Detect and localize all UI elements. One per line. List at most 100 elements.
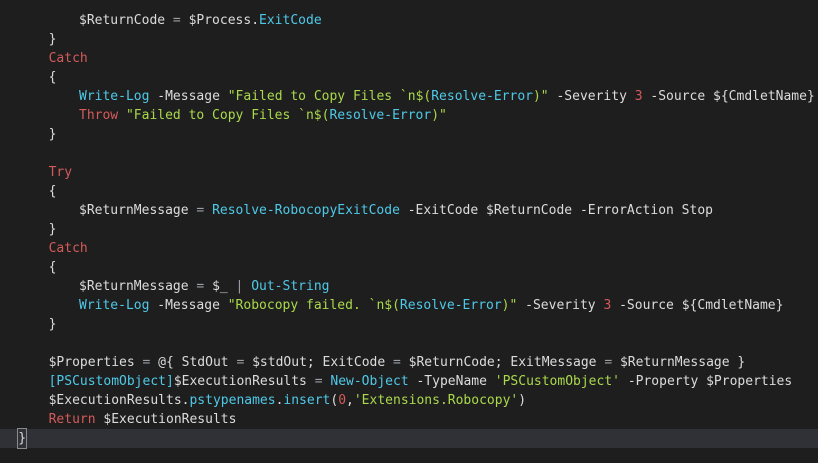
- token-cmd: Write-Log: [79, 89, 150, 104]
- code-editor[interactable]: $ReturnCode = $Process.ExitCode} Catch {Wr…: [0, 0, 818, 463]
- token-cmd: Resolve-Error: [329, 108, 432, 123]
- token-var: ${CmdletName}: [713, 89, 815, 104]
- token-kw: Return: [48, 412, 96, 427]
- token-var: $ExecutionResults: [173, 374, 307, 389]
- token-punc: .: [251, 13, 260, 28]
- token-var: $ReturnMessage: [79, 279, 189, 294]
- token-var: $Process: [188, 13, 252, 28]
- token-type: [PSCustomObject]: [48, 374, 174, 389]
- token-op: |: [227, 279, 252, 294]
- token-op: =: [165, 13, 189, 28]
- token-var: $stdOut: [252, 355, 307, 370]
- code-line[interactable]: }: [0, 315, 818, 334]
- token-punc: {: [48, 260, 57, 275]
- token-num: 0: [338, 393, 347, 408]
- token-kw: Catch: [48, 241, 88, 256]
- token-var: $ReturnMessage: [619, 355, 730, 370]
- token-param: -ExitCode: [407, 203, 479, 218]
- code-line[interactable]: Write-Log -Message "Robocopy failed. `n$…: [0, 296, 818, 315]
- token-cmd: Write-Log: [79, 298, 150, 313]
- token-member: pstypenames: [189, 393, 276, 408]
- token-member: ExitCode: [259, 13, 322, 28]
- token-punc: ,: [346, 393, 354, 408]
- token-str: )": [501, 298, 518, 313]
- code-line[interactable]: {: [0, 68, 818, 87]
- token-str: "Failed to Copy Files `n$(: [227, 89, 432, 104]
- token-param: -Property: [627, 374, 699, 389]
- token-plain: ; ExitMessage: [494, 355, 605, 370]
- token-punc: {: [48, 184, 57, 199]
- token-plain: ; ExitCode: [306, 355, 393, 370]
- token-cmd: Out-String: [251, 279, 330, 294]
- code-line[interactable]: Try: [0, 163, 818, 182]
- token-kw: Try: [48, 165, 73, 180]
- token-cmd: Resolve-Error: [431, 89, 533, 104]
- token-str: "Robocopy failed. `n$(: [227, 298, 400, 313]
- token-plain: Stop: [673, 203, 713, 218]
- token-cmd: Resolve-RobocopyExitCode: [212, 203, 400, 218]
- code-line[interactable]: [0, 144, 818, 163]
- token-plain: @{ StdOut: [158, 355, 237, 370]
- token-var: $ReturnMessage: [79, 203, 189, 218]
- token-str: )": [532, 89, 549, 104]
- code-line[interactable]: }: [0, 220, 818, 239]
- token-var: ${CmdletName}: [681, 298, 784, 313]
- code-line[interactable]: $ExecutionResults.pstypenames.insert(0,'…: [0, 391, 818, 410]
- code-line[interactable]: $Properties = @{ StdOut = $stdOut; ExitC…: [0, 353, 818, 372]
- token-var: $Properties: [706, 374, 793, 389]
- token-str: "Failed to Copy Files `n$(: [125, 108, 330, 123]
- code-line[interactable]: $ReturnCode = $Process.ExitCode: [0, 11, 818, 30]
- code-line[interactable]: Throw "Failed to Copy Files `n$(Resolve-…: [0, 106, 818, 125]
- code-line[interactable]: [PSCustomObject]$ExecutionResults = New-…: [0, 372, 818, 391]
- code-line[interactable]: Catch: [0, 49, 818, 68]
- token-param: -Source: [619, 298, 674, 313]
- code-line[interactable]: Return $ExecutionResults: [0, 410, 818, 429]
- code-line[interactable]: }: [0, 125, 818, 144]
- token-cmd: New-Object: [330, 374, 409, 389]
- token-kw: Catch: [48, 51, 88, 66]
- token-var: $ReturnCode: [79, 13, 166, 28]
- token-param: -TypeName: [416, 374, 487, 389]
- token-plain: }: [729, 355, 746, 370]
- code-line[interactable]: {: [0, 182, 818, 201]
- token-str: )": [431, 108, 447, 123]
- token-punc: ): [518, 393, 527, 408]
- code-line[interactable]: {: [0, 258, 818, 277]
- token-str: 'PSCustomObject': [494, 374, 620, 389]
- token-var: $ExecutionResults: [48, 393, 182, 408]
- token-punc: }: [48, 317, 57, 332]
- token-cmd: Resolve-Error: [399, 298, 502, 313]
- code-line[interactable]: }: [0, 30, 818, 49]
- code-line[interactable]: $ReturnMessage = $_ | Out-String: [0, 277, 818, 296]
- code-line-current[interactable]: }: [0, 428, 818, 449]
- token-op: =: [306, 374, 331, 389]
- token-param: -Message: [157, 89, 220, 104]
- token-str: 'Extensions.Robocopy': [353, 393, 519, 408]
- token-var: $Properties: [48, 355, 135, 370]
- token-param: -Source: [650, 89, 706, 104]
- token-var: $_: [212, 279, 228, 294]
- code-line[interactable]: $ReturnMessage = Resolve-RobocopyExitCod…: [0, 201, 818, 220]
- token-param: -Message: [157, 298, 220, 313]
- code-line[interactable]: [0, 334, 818, 353]
- token-kw: Throw: [79, 108, 119, 123]
- token-op: =: [188, 203, 213, 218]
- code-line[interactable]: Catch: [0, 239, 818, 258]
- code-line[interactable]: Write-Log -Message "Failed to Copy Files…: [0, 87, 818, 106]
- token-param: -Severity: [525, 298, 596, 313]
- token-num: 3: [634, 89, 643, 104]
- token-op: =: [393, 355, 401, 370]
